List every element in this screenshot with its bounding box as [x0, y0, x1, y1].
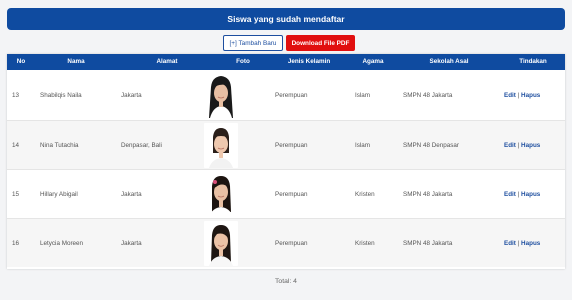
cell-agama: Kristen [355, 240, 375, 247]
cell-nama: Hillary Abigail [40, 191, 78, 198]
column-header-nama: Nama [67, 58, 85, 65]
table-row: 15 Hillary Abigail Jakarta Perempuan Kri… [7, 169, 565, 218]
cell-alamat: Jakarta [121, 92, 142, 99]
student-photo [204, 73, 238, 118]
table-header: No Nama Alamat Foto Jenis Kelamin Agama … [7, 54, 565, 70]
cell-nama: Nina Tutachia [40, 142, 79, 149]
cell-sekolah-asal: SMPN 48 Jakarta [403, 92, 453, 99]
cell-no: 13 [12, 92, 20, 99]
students-table: No Nama Alamat Foto Jenis Kelamin Agama … [7, 54, 565, 269]
cell-alamat: Denpasar, Bali [121, 142, 162, 149]
edit-link[interactable]: Edit [504, 240, 516, 247]
cell-no: 16 [12, 240, 20, 247]
cell-jenis-kelamin: Perempuan [275, 92, 308, 99]
cell-jenis-kelamin: Perempuan [275, 142, 308, 149]
column-header-tindakan: Tindakan [519, 58, 547, 65]
column-header-sekolah-asal: Sekolah Asal [429, 58, 469, 65]
page-title: Siswa yang sudah mendaftar [227, 14, 345, 24]
edit-link[interactable]: Edit [504, 191, 516, 198]
add-new-button[interactable]: [+] Tambah Baru [223, 35, 283, 51]
edit-link[interactable]: Edit [504, 142, 516, 149]
student-photo [204, 123, 238, 168]
student-photo [204, 221, 238, 266]
column-header-foto: Foto [236, 58, 250, 65]
total-count: Total: 4 [275, 278, 297, 285]
table-row: 16 Letycia Moreen Jakarta Perempuan Kris… [7, 218, 565, 267]
row-actions: Edit | Hapus [504, 71, 540, 120]
column-header-jenis-kelamin: Jenis Kelamin [287, 58, 331, 65]
cell-alamat: Jakarta [121, 240, 142, 247]
column-header-alamat: Alamat [156, 58, 178, 65]
cell-no: 14 [12, 142, 20, 149]
cell-agama: Islam [355, 92, 371, 99]
cell-nama: Shabilqis Naila [40, 92, 82, 99]
table-row: 13 Shabilqis Naila Jakarta Perempuan Isl… [7, 71, 565, 120]
column-header-agama: Agama [362, 58, 384, 65]
cell-no: 15 [12, 191, 20, 198]
delete-link[interactable]: Hapus [521, 240, 540, 247]
cell-sekolah-asal: SMPN 48 Jakarta [403, 240, 453, 247]
student-photo [204, 172, 238, 217]
delete-link[interactable]: Hapus [521, 92, 540, 99]
cell-alamat: Jakarta [121, 191, 142, 198]
cell-jenis-kelamin: Perempuan [275, 240, 308, 247]
download-pdf-button[interactable]: Download File PDF [286, 35, 355, 51]
edit-link[interactable]: Edit [504, 92, 516, 99]
table-row: 14 Nina Tutachia Denpasar, Bali Perempua… [7, 120, 565, 169]
page-header: Siswa yang sudah mendaftar [7, 8, 565, 30]
cell-jenis-kelamin: Perempuan [275, 191, 308, 198]
cell-agama: Kristen [355, 191, 375, 198]
cell-nama: Letycia Moreen [40, 240, 84, 247]
delete-link[interactable]: Hapus [521, 142, 540, 149]
delete-link[interactable]: Hapus [521, 191, 540, 198]
column-header-no: No [16, 58, 26, 65]
row-actions: Edit | Hapus [504, 170, 540, 219]
cell-agama: Islam [355, 142, 371, 149]
cell-sekolah-asal: SMPN 48 Denpasar [403, 142, 459, 149]
cell-sekolah-asal: SMPN 48 Jakarta [403, 191, 453, 198]
row-actions: Edit | Hapus [504, 121, 540, 170]
row-actions: Edit | Hapus [504, 219, 540, 268]
